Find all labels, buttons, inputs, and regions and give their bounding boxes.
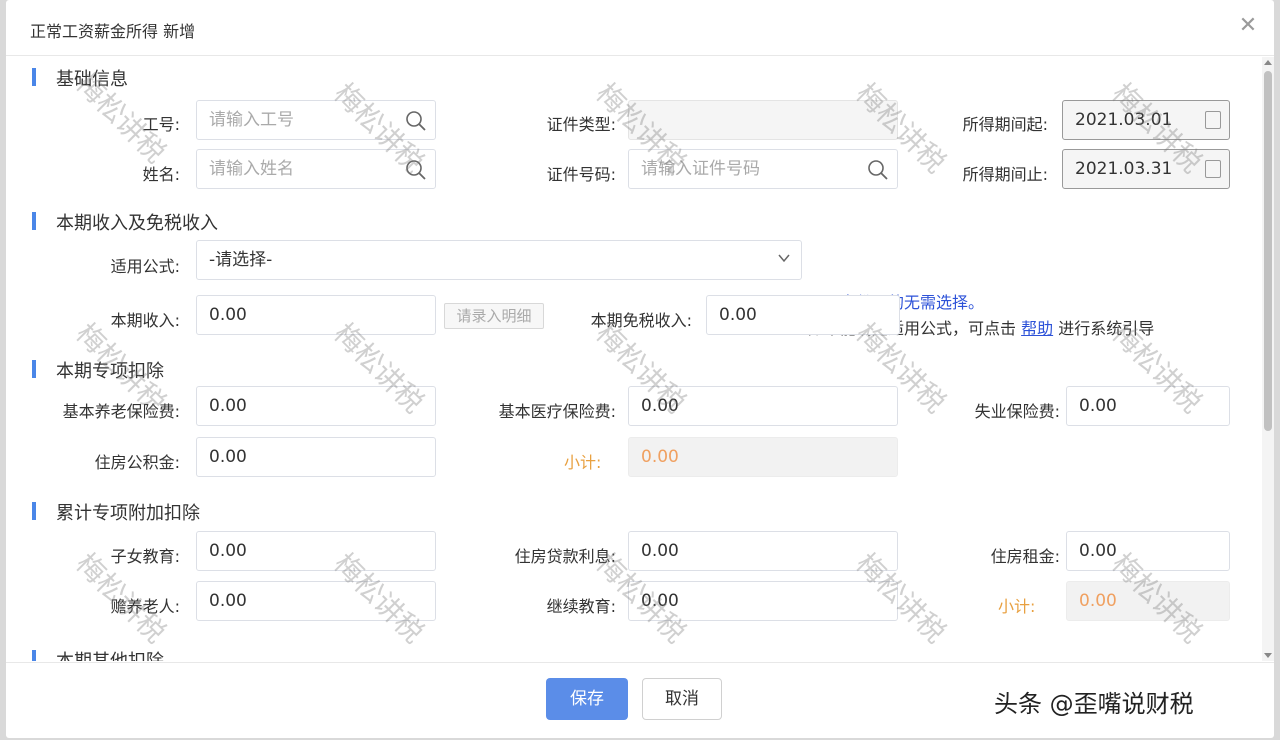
loan-interest-label: 住房贷款利息:: [514, 547, 616, 566]
continuing-edu-label: 继续教育:: [546, 597, 616, 616]
formula-label: 适用公式:: [110, 257, 180, 276]
cancel-button[interactable]: 取消: [642, 678, 722, 720]
unemployment-input[interactable]: 0.00: [1066, 386, 1230, 426]
calendar-icon[interactable]: [1205, 160, 1221, 178]
medical-input[interactable]: 0.00: [628, 386, 898, 426]
period-start-value: 2021.03.01: [1075, 110, 1173, 130]
cert-type-select[interactable]: [628, 100, 898, 140]
formula-select[interactable]: -请选择-: [196, 240, 802, 280]
id-input-placeholder: 请输入工号: [209, 110, 294, 130]
formula-value: -请选择-: [209, 250, 273, 270]
chevron-down-icon: [778, 254, 790, 263]
dialog-title: 正常工资薪金所得 新增: [30, 22, 196, 41]
medical-label: 基本医疗保险费:: [498, 402, 616, 421]
scroll-up-icon[interactable]: [1264, 60, 1272, 65]
help-hint-tail: 进行系统引导: [1058, 319, 1155, 338]
section-basic-title: 基础信息: [32, 65, 128, 91]
children-edu-input[interactable]: 0.00: [196, 531, 436, 571]
period-end-value: 2021.03.31: [1075, 159, 1173, 179]
children-edu-label: 子女教育:: [110, 547, 180, 566]
search-icon[interactable]: [405, 159, 427, 181]
scroll-down-icon[interactable]: [1264, 653, 1272, 658]
housing-fund-label: 住房公积金:: [94, 453, 180, 472]
name-label: 姓名:: [142, 165, 180, 184]
dialog: 正常工资薪金所得 新增 ✕ 基础信息 工号: 请输入工号 姓名: 请输入姓名 证…: [6, 0, 1274, 738]
save-button[interactable]: 保存: [546, 678, 628, 720]
id-input[interactable]: 请输入工号: [196, 100, 436, 140]
section-special-title: 本期专项扣除: [32, 357, 164, 383]
cert-type-label: 证件类型:: [546, 115, 616, 134]
exempt-income-label: 本期免税收入:: [590, 311, 692, 330]
cumulative-subtotal-label: 小计:: [998, 597, 1036, 616]
special-subtotal-label: 小计:: [564, 453, 602, 472]
search-icon[interactable]: [867, 159, 889, 181]
cumulative-subtotal-value: 0.00: [1066, 581, 1230, 621]
exempt-income-input[interactable]: 0.00: [706, 295, 900, 335]
section-income-title: 本期收入及免税收入: [32, 209, 218, 235]
period-end-label: 所得期间止:: [962, 165, 1048, 184]
credit-watermark: 头条 @歪嘴说财税: [994, 690, 1194, 718]
scrollbar-thumb[interactable]: [1264, 71, 1272, 431]
enter-detail-button[interactable]: 请录入明细: [444, 303, 544, 329]
search-icon[interactable]: [405, 110, 427, 132]
housing-fund-input[interactable]: 0.00: [196, 437, 436, 477]
close-icon[interactable]: ✕: [1236, 14, 1260, 38]
section-other-title: 本期其他扣除: [32, 647, 164, 661]
scrollbar[interactable]: [1262, 57, 1274, 661]
period-start-input[interactable]: 2021.03.01: [1062, 100, 1230, 140]
id-label: 工号:: [142, 115, 180, 134]
pension-input[interactable]: 0.00: [196, 386, 436, 426]
cert-no-input[interactable]: 请输入证件号码: [628, 149, 898, 189]
current-income-input[interactable]: 0.00: [196, 295, 436, 335]
special-subtotal-value: 0.00: [628, 437, 898, 477]
continuing-edu-input[interactable]: 0.00: [628, 581, 898, 621]
dialog-titlebar: 正常工资薪金所得 新增 ✕: [6, 0, 1274, 56]
loan-interest-input[interactable]: 0.00: [628, 531, 898, 571]
help-link[interactable]: 帮助: [1021, 319, 1053, 338]
rent-input[interactable]: 0.00: [1066, 531, 1230, 571]
cert-no-label: 证件号码:: [546, 165, 616, 184]
period-end-input[interactable]: 2021.03.31: [1062, 149, 1230, 189]
dialog-body: 基础信息 工号: 请输入工号 姓名: 请输入姓名 证件类型: 证件号码: 请输入…: [6, 57, 1264, 661]
current-income-label: 本期收入:: [110, 311, 180, 330]
cert-no-placeholder: 请输入证件号码: [641, 159, 760, 179]
elderly-input[interactable]: 0.00: [196, 581, 436, 621]
section-cumulative-title: 累计专项附加扣除: [32, 499, 200, 525]
period-start-label: 所得期间起:: [962, 115, 1048, 134]
rent-label: 住房租金:: [990, 547, 1060, 566]
pension-label: 基本养老保险费:: [62, 402, 180, 421]
unemployment-label: 失业保险费:: [974, 402, 1060, 421]
name-input[interactable]: 请输入姓名: [196, 149, 436, 189]
calendar-icon[interactable]: [1205, 111, 1221, 129]
name-input-placeholder: 请输入姓名: [209, 159, 294, 179]
elderly-label: 赡养老人:: [110, 597, 180, 616]
